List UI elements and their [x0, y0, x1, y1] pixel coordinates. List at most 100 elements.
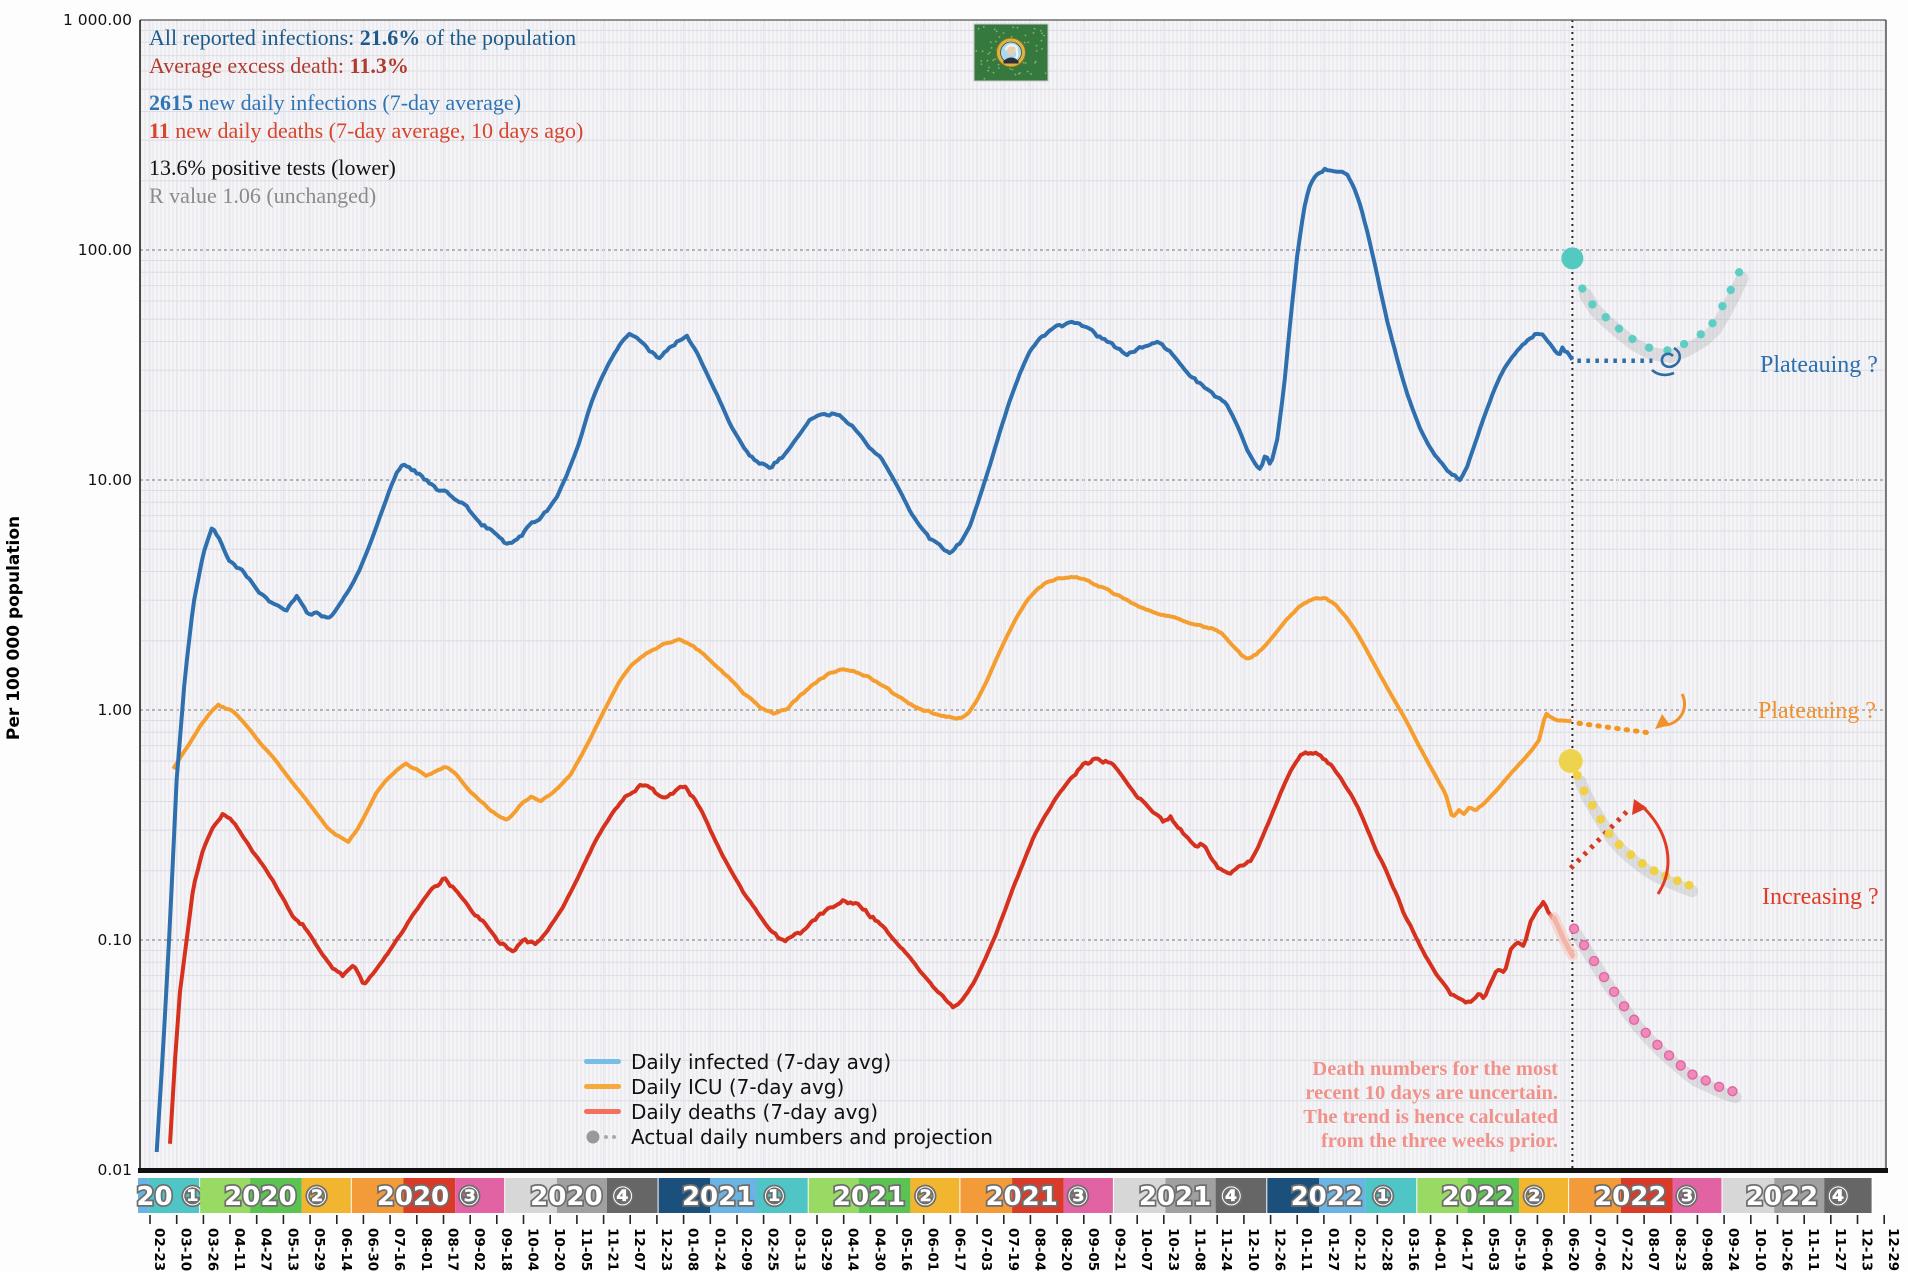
x-tick-label: 11-24: [1218, 1228, 1234, 1271]
quarter-divider: [1872, 1178, 1874, 1213]
infected-projection-dot: [1628, 335, 1636, 343]
x-tick-label: 04-11: [231, 1228, 247, 1271]
x-tick-label: 03-26: [204, 1228, 220, 1271]
x-tick-label: 04-01: [1432, 1228, 1448, 1271]
x-tick-label: 08-04: [1031, 1228, 1047, 1271]
infected-projection-dot: [1602, 313, 1610, 321]
quarter-label: 2020 ③: [377, 1182, 480, 1212]
infected-projection-dot: [1727, 286, 1735, 294]
x-tick-label: 07-22: [1618, 1228, 1634, 1271]
quarter-label: 2021 ①: [682, 1182, 785, 1212]
x-tick-label: 08-23: [1672, 1228, 1688, 1271]
infected-projection-dot: [1615, 324, 1623, 332]
x-tick-label: 02-25: [765, 1228, 781, 1271]
washington-flag: [974, 24, 1048, 81]
x-tick-label: 07-06: [1592, 1228, 1608, 1271]
x-tick-label: 02-23: [151, 1228, 167, 1271]
y-tick-label: 10.00: [38, 471, 132, 489]
deaths-projection-dot: [1701, 1076, 1710, 1085]
quarter-label: 2021 ②: [833, 1182, 936, 1212]
x-tick-label: 06-17: [951, 1228, 967, 1271]
infected-curve: [157, 169, 1573, 1152]
actual-dots-swatch: [584, 1130, 621, 1144]
deaths-projection-dot: [1630, 1015, 1639, 1024]
infected-today-dot: [1561, 247, 1583, 269]
x-tick-label: 08-01: [418, 1228, 434, 1271]
x-tick-label: 11-05: [578, 1228, 594, 1271]
infected-line-swatch: [584, 1059, 621, 1064]
x-tick-label: 05-19: [1512, 1228, 1528, 1271]
deaths-projection-dot: [1688, 1070, 1697, 1079]
icu-today-dot: [1559, 749, 1583, 773]
x-tick-label: 12-26: [1272, 1228, 1288, 1271]
deaths-projection-dot: [1620, 1002, 1629, 1011]
x-tick-label: 07-16: [391, 1228, 407, 1271]
icu-projection-dot: [1626, 850, 1635, 859]
x-tick-label: 05-29: [311, 1228, 327, 1271]
icu-projection-dot: [1596, 815, 1605, 824]
deaths-projection-dot: [1580, 941, 1589, 950]
infected-projection-dot: [1718, 302, 1726, 310]
legend: Daily infected (7-day avg) Daily ICU (7-…: [584, 1049, 993, 1149]
x-tick-label: 04-30: [871, 1228, 887, 1271]
x-tick-label: 01-27: [1325, 1228, 1341, 1271]
x-tick-label: 06-01: [925, 1228, 941, 1271]
x-tick-label: 02-28: [1378, 1228, 1394, 1271]
quarter-label: 2022 ①: [1291, 1182, 1394, 1212]
x-tick-label: 06-30: [364, 1228, 380, 1271]
icu-arrowhead: [1655, 714, 1670, 729]
y-tick-label: 1 000.00: [38, 11, 132, 29]
quarter-label: 2020 ④: [530, 1182, 633, 1212]
x-tick-label: 11-27: [1832, 1228, 1848, 1271]
deaths-projection-dot: [1641, 1028, 1650, 1037]
deaths-projection-dot: [1715, 1082, 1724, 1091]
stat-positive-tests: 13.6% positive tests (lower): [149, 154, 583, 182]
x-tick-label: 05-16: [898, 1228, 914, 1271]
quarter-label: 2020 ②: [224, 1182, 327, 1212]
icu-projection-dot: [1650, 866, 1659, 875]
deaths-line-swatch: [584, 1109, 621, 1114]
x-tick-label: 01-11: [1298, 1228, 1314, 1271]
legend-item-icu: Daily ICU (7-day avg): [584, 1074, 993, 1099]
x-tick-label: 09-05: [1085, 1228, 1101, 1271]
quarter-label: 2022 ④: [1746, 1182, 1849, 1212]
stat-r-value: R value 1.06 (unchanged): [149, 182, 583, 210]
x-tick-label: 04-17: [1458, 1228, 1474, 1271]
legend-item-actual: Actual daily numbers and projection: [584, 1124, 993, 1149]
x-tick-label: 02-09: [738, 1228, 754, 1271]
x-tick-label: 08-07: [1645, 1228, 1661, 1271]
quarter-label: 20 ①: [136, 1182, 203, 1212]
x-axis-line: [138, 1168, 1888, 1173]
legend-label: Actual daily numbers and projection: [631, 1125, 993, 1149]
stat-new-infections: 2615 new daily infections (7-day average…: [149, 89, 583, 117]
icu-projection-dot: [1615, 840, 1624, 849]
x-tick-label: 11-11: [1805, 1228, 1821, 1271]
x-tick-label: 07-03: [978, 1228, 994, 1271]
quarter-label: 2022 ②: [1441, 1182, 1544, 1212]
x-tick-label: 03-13: [791, 1228, 807, 1271]
icu-projection-dot: [1685, 881, 1694, 890]
infected-projection-dot: [1578, 284, 1586, 292]
x-tick-label: 10-07: [1138, 1228, 1154, 1271]
annotation-icu-plateauing: Plateauing ?: [1758, 698, 1876, 725]
annotation-deaths-increasing: Increasing ?: [1762, 884, 1879, 911]
x-tick-label: 08-20: [1058, 1228, 1074, 1271]
deaths-projection-dot: [1600, 973, 1609, 982]
infected-projection-dot: [1697, 330, 1705, 338]
x-tick-label: 12-13: [1859, 1228, 1875, 1271]
x-tick-label: 01-08: [685, 1228, 701, 1271]
x-tick-label: 01-24: [711, 1228, 727, 1271]
legend-item-infected: Daily infected (7-day avg): [584, 1049, 993, 1074]
x-tick-label: 09-24: [1725, 1228, 1741, 1271]
stat-new-deaths: 11 new daily deaths (7-day average, 10 d…: [149, 117, 583, 145]
deaths-projection-dot: [1590, 957, 1599, 966]
y-tick-label: 100.00: [38, 241, 132, 259]
deaths-projection-dot: [1610, 987, 1619, 996]
x-tick-label: 03-10: [178, 1228, 194, 1271]
icu-projection-dot: [1580, 786, 1589, 795]
x-tick-label: 09-18: [498, 1228, 514, 1271]
y-axis-title: Per 100 000 population: [4, 418, 24, 838]
x-tick-label: 06-14: [338, 1228, 354, 1271]
y-tick-label: 0.01: [38, 1161, 132, 1179]
quarter-label: 2022 ③: [1594, 1182, 1697, 1212]
